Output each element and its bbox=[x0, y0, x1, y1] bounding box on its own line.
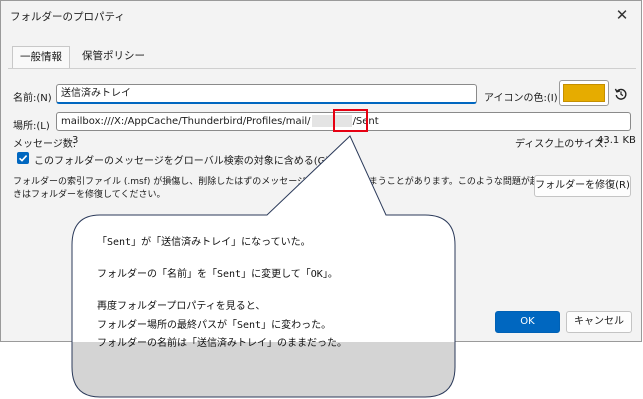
annotation-line-1: 「Sent」が「送信済みトレイ」になっていた。 bbox=[97, 237, 311, 248]
annotation-line-3: 再度フォルダープロパティを見ると、 bbox=[97, 301, 266, 312]
annotation-line-5: フォルダーの名前は「送信済みトレイ」のままだった。 bbox=[97, 338, 347, 349]
annotation-line-4: フォルダー場所の最終パスが「Sent」に変わった。 bbox=[97, 320, 332, 331]
annotation-line-2: フォルダーの「名前」を「Sent」に変更して「OK」。 bbox=[97, 269, 338, 280]
